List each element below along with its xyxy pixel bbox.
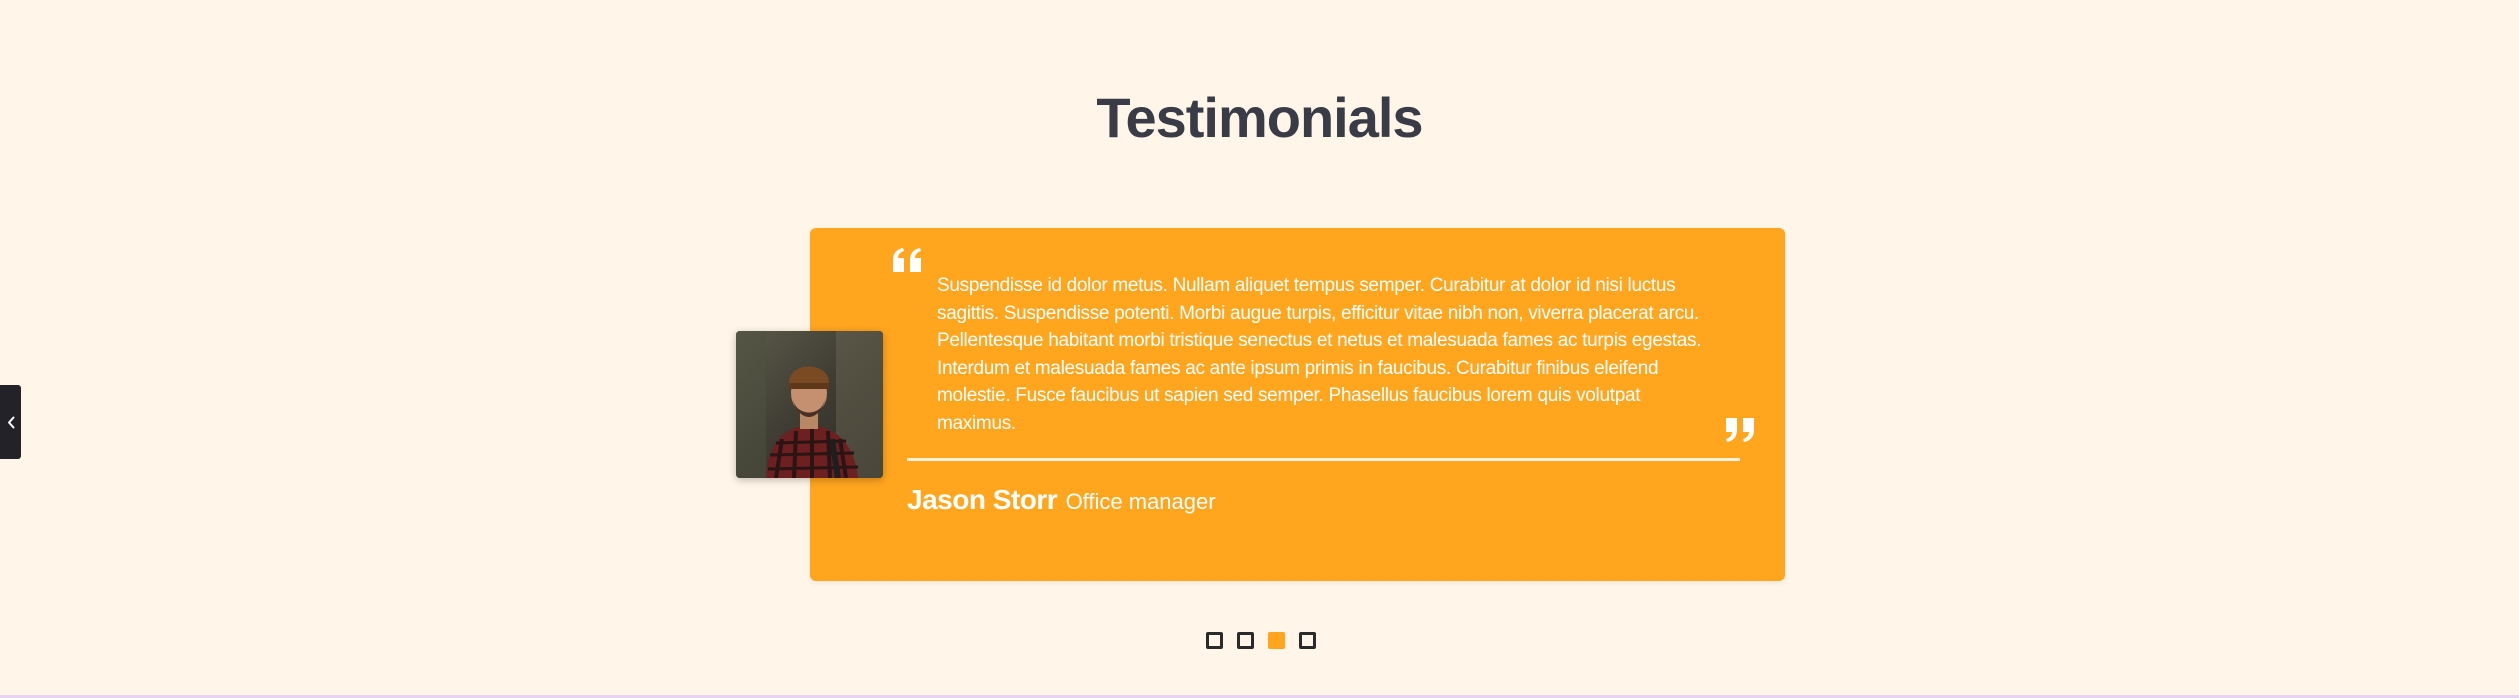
testimonial-quote: Suspendisse id dolor metus. Nullam aliqu… — [937, 275, 1702, 434]
author-avatar — [736, 331, 883, 478]
testimonial-divider — [907, 458, 1740, 461]
author-info: Jason Storr Office manager — [907, 484, 1216, 516]
author-name: Jason Storr — [907, 484, 1058, 515]
carousel-dot-1[interactable] — [1206, 632, 1223, 649]
carousel-dot-3[interactable] — [1268, 632, 1285, 649]
quote-open-icon — [893, 248, 921, 272]
carousel-prev-button[interactable] — [0, 385, 21, 459]
carousel-pagination — [1206, 632, 1316, 649]
carousel-dot-4[interactable] — [1299, 632, 1316, 649]
testimonials-section: Testimonials Suspendisse id dolor metus.… — [0, 0, 2519, 698]
section-title: Testimonials — [1096, 86, 1423, 149]
quote-close-icon — [1726, 418, 1754, 442]
chevron-left-icon — [7, 416, 14, 428]
author-role: Office manager — [1065, 489, 1216, 514]
carousel-dot-2[interactable] — [1237, 632, 1254, 649]
